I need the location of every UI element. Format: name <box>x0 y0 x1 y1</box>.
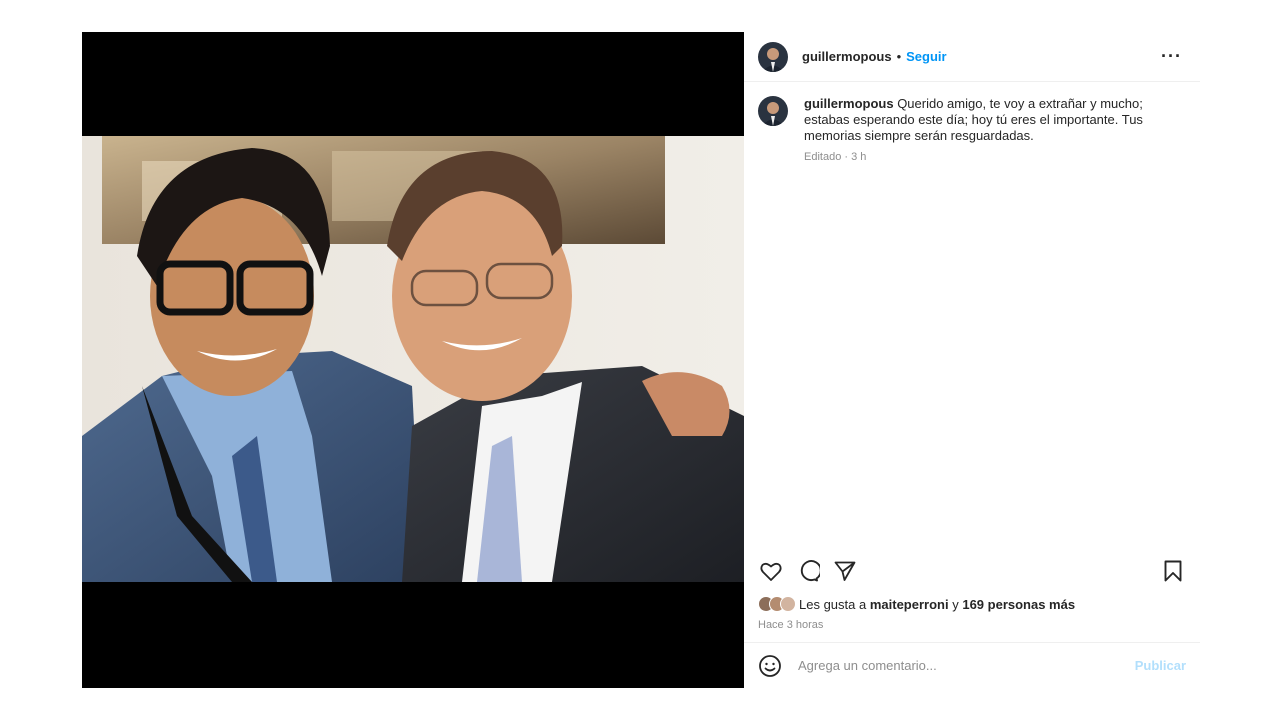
publish-button[interactable]: Publicar <box>1135 658 1186 673</box>
liker-avatars[interactable] <box>758 596 796 612</box>
more-horizontal-icon[interactable]: ··· <box>1161 46 1182 67</box>
caption-meta: Editado · 3 h <box>804 151 867 163</box>
comment-input[interactable] <box>796 657 1135 674</box>
caption-avatar[interactable] <box>758 96 788 126</box>
header-username[interactable]: guillermopous <box>802 49 892 64</box>
share-icon[interactable] <box>832 558 858 584</box>
comment-icon[interactable] <box>795 558 821 584</box>
liker-avatar <box>780 596 796 612</box>
post-sidebar: guillermopous • Seguir ··· guillermopous… <box>744 32 1200 688</box>
likes-count[interactable]: 169 personas más <box>962 597 1075 612</box>
emoji-icon[interactable] <box>758 654 782 678</box>
likes-middle: y <box>952 596 959 612</box>
follow-button[interactable]: Seguir <box>906 49 946 64</box>
comment-bar: Publicar <box>744 642 1200 688</box>
caption-block: guillermopous Querido amigo, te voy a ex… <box>744 82 1200 163</box>
post-modal: guillermopous • Seguir ··· guillermopous… <box>82 32 1200 688</box>
likes-user[interactable]: maiteperroni <box>870 597 949 612</box>
post-photo <box>82 136 744 582</box>
post-timestamp[interactable]: Hace 3 horas <box>758 619 823 631</box>
separator-dot: • <box>896 49 902 64</box>
avatar[interactable] <box>758 41 788 72</box>
likes-prefix: Les gusta a <box>799 596 867 612</box>
caption-username[interactable]: guillermopous <box>804 96 894 111</box>
post-media[interactable] <box>82 32 744 688</box>
likes-summary: Les gusta a maiteperroni y 169 personas … <box>758 596 1075 612</box>
caption-text: guillermopous Querido amigo, te voy a ex… <box>804 96 1154 144</box>
post-header: guillermopous • Seguir ··· <box>744 32 1200 82</box>
action-bar <box>758 556 1186 586</box>
heart-icon[interactable] <box>758 558 784 584</box>
caption-content: guillermopous Querido amigo, te voy a ex… <box>804 96 1154 163</box>
bookmark-icon[interactable] <box>1160 558 1186 584</box>
